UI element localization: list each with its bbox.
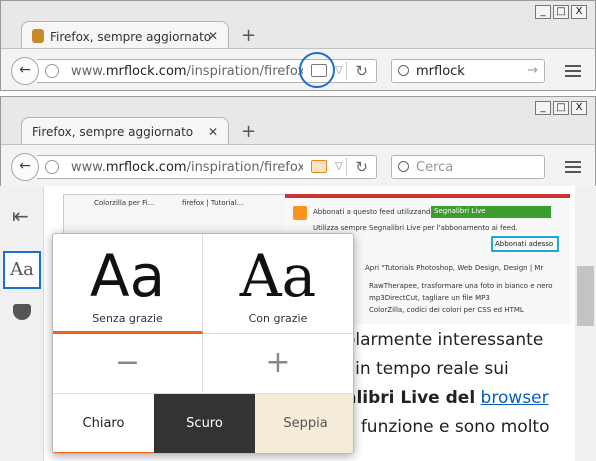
search-input[interactable]: mrflock → <box>391 59 545 83</box>
font-sans-sample: Aa <box>89 242 166 310</box>
reload-icon[interactable]: ↻ <box>346 158 368 176</box>
minimize-button[interactable]: _ <box>535 101 551 115</box>
theme-light-button[interactable]: Chiaro <box>53 394 154 453</box>
exit-reader-icon[interactable]: ⇤ <box>12 204 29 228</box>
article-line: i in tempo reale sui <box>345 359 509 379</box>
scroll-thumb[interactable] <box>577 266 594 326</box>
search-input[interactable]: Cerca <box>391 155 545 179</box>
theme-dark-button[interactable]: Scuro <box>154 394 255 453</box>
dropdown-arrow-icon[interactable]: ▽ <box>335 161 343 172</box>
subscribe-now-button: Abbonati adesso <box>491 236 559 252</box>
search-icon <box>398 161 409 172</box>
reload-icon[interactable]: ↻ <box>346 62 368 80</box>
tab-active[interactable]: Firefox, sempre aggiornato ✕ <box>21 117 229 145</box>
browser-link[interactable]: browser <box>481 388 549 408</box>
go-arrow-icon[interactable]: → <box>527 63 538 78</box>
decrease-size-button[interactable]: − <box>53 334 203 394</box>
mini-tab: Colorzilla per Fi... <box>94 199 155 207</box>
close-tab-icon[interactable]: ✕ <box>208 125 218 139</box>
article-text: olarmente interessante i in tempo reale … <box>345 326 550 442</box>
feed-item: mp3DirectCut, tagliare un file MP3 <box>369 294 490 302</box>
feed-checkbox-text: Utilizza sempre Segnalibri Live per l'ab… <box>313 224 518 232</box>
type-controls-button[interactable]: Aa <box>3 251 41 289</box>
search-placeholder: Cerca <box>416 160 454 175</box>
feed-item: ColorZilla, codici dei colori per CSS ed… <box>369 306 524 314</box>
font-serif-sample: Aa <box>239 242 317 310</box>
back-button[interactable]: ← <box>11 153 39 181</box>
minimize-button[interactable]: _ <box>535 5 551 19</box>
article-line: alibri Live del browser <box>345 388 549 408</box>
scrollbar[interactable] <box>575 186 596 461</box>
font-sans-label: Senza grazie <box>92 312 163 325</box>
article-line: a funzione e sono molto <box>345 417 550 437</box>
new-tab-button[interactable]: + <box>241 25 256 46</box>
mini-tab: firefox | Tutorial... <box>182 199 244 207</box>
search-icon <box>398 65 409 76</box>
new-tab-button[interactable]: + <box>241 121 256 142</box>
reader-type-panel: Aa Senza grazie Aa Con grazie − + Chiaro… <box>52 233 354 454</box>
feed-text: Abbonati a questo feed utilizzando <box>313 208 435 216</box>
dropdown-arrow-icon[interactable]: ▽ <box>335 65 343 76</box>
reader-view-icon[interactable] <box>311 160 327 173</box>
feed-item: RawTherapee, trasformare una foto in bia… <box>369 282 553 290</box>
feed-select: Segnalibri Live <box>431 206 551 218</box>
article-line: olarmente interessante <box>345 330 544 350</box>
nav-toolbar: www.mrflock.com/inspiration/firefox-s ▽ … <box>1 48 595 90</box>
font-serif-label: Con grazie <box>248 312 308 325</box>
reader-sidebar: ⇤ Aa <box>0 186 44 461</box>
tab-active[interactable]: Firefox, sempre aggiornato ✕ <box>21 21 229 49</box>
feed-title: Apri "Tutorials Photoshop, Web Design, D… <box>365 264 544 272</box>
pocket-icon[interactable] <box>13 304 31 320</box>
maximize-button[interactable]: □ <box>553 5 569 19</box>
url-text: www.mrflock.com/inspiration/firefox-s <box>71 64 303 79</box>
url-text: www.mrflock.com/inspiration/firefox-s <box>71 160 303 175</box>
menu-icon[interactable] <box>565 161 581 176</box>
search-value: mrflock <box>416 64 465 79</box>
font-sans-option[interactable]: Aa Senza grazie <box>53 234 203 334</box>
highlight-circle <box>299 52 335 88</box>
close-window-button[interactable]: X <box>571 101 587 115</box>
browser-window-top: _ □ X Firefox, sempre aggiornato ✕ + www… <box>0 0 596 91</box>
favicon-icon <box>32 29 44 43</box>
window-controls-2: _ □ X <box>535 101 587 115</box>
globe-icon <box>45 160 59 174</box>
close-tab-icon[interactable]: ✕ <box>208 29 218 43</box>
tab-title: Firefox, sempre aggiornato <box>32 125 194 139</box>
close-window-button[interactable]: X <box>571 5 587 19</box>
browser-window-bottom: _ □ X Firefox, sempre aggiornato ✕ + www… <box>0 96 596 186</box>
globe-icon <box>45 64 59 78</box>
tab-title: Firefox, sempre aggiornato <box>50 30 212 44</box>
rss-icon <box>293 206 307 220</box>
back-button[interactable]: ← <box>11 57 39 85</box>
theme-sepia-button[interactable]: Seppia <box>255 394 353 453</box>
nav-toolbar: www.mrflock.com/inspiration/firefox-s ▽ … <box>1 144 595 186</box>
maximize-button[interactable]: □ <box>553 101 569 115</box>
increase-size-button[interactable]: + <box>203 334 353 394</box>
menu-icon[interactable] <box>565 65 581 80</box>
font-serif-option[interactable]: Aa Con grazie <box>203 234 353 334</box>
url-bar[interactable]: www.mrflock.com/inspiration/firefox-s ▽ … <box>37 155 377 179</box>
window-controls: _ □ X <box>535 5 587 19</box>
